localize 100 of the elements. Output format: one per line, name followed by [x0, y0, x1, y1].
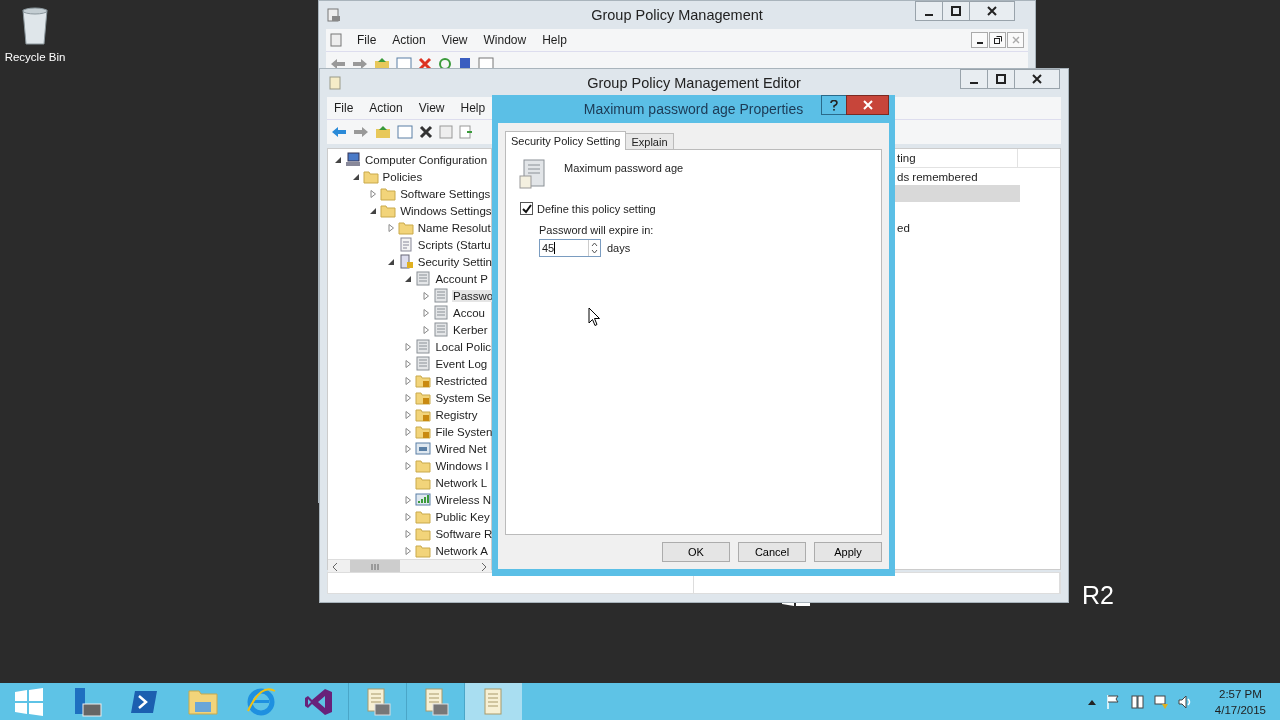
tree-item[interactable]: Windows Settings: [399, 204, 493, 217]
back-arrow-icon[interactable]: [331, 126, 347, 138]
tree-item[interactable]: Registry: [434, 408, 479, 421]
spin-down-icon[interactable]: [589, 248, 600, 256]
tree-item[interactable]: Software R: [434, 527, 494, 540]
delete-icon[interactable]: [419, 125, 433, 139]
minimize-button[interactable]: [960, 69, 988, 89]
menu-item[interactable]: File: [327, 99, 361, 117]
tree-item[interactable]: Software Settings: [399, 187, 492, 200]
clock[interactable]: 2:57 PM 4/17/2015: [1214, 685, 1266, 718]
tree-item[interactable]: Windows I: [434, 459, 490, 472]
collapse-arrow-icon[interactable]: [386, 257, 395, 266]
spin-up-icon[interactable]: [589, 240, 600, 248]
tree-item[interactable]: Security Settin: [416, 255, 493, 268]
speaker-icon[interactable]: [1176, 693, 1193, 710]
menu-item[interactable]: File: [350, 31, 384, 49]
export-icon[interactable]: [459, 125, 473, 139]
window-title: Group Policy Management Editor: [587, 75, 801, 91]
tree-item[interactable]: Network A: [434, 544, 489, 557]
tree-item[interactable]: System Se: [434, 391, 492, 404]
expand-arrow-icon[interactable]: [404, 495, 413, 504]
tree-item[interactable]: Local Polic: [434, 340, 492, 353]
expand-arrow-icon[interactable]: [404, 546, 413, 555]
collapse-arrow-icon[interactable]: [369, 206, 378, 215]
maximize-button[interactable]: [987, 69, 1015, 89]
expand-arrow-icon[interactable]: [422, 308, 430, 317]
scroll-left-icon[interactable]: [330, 561, 340, 572]
tree-item[interactable]: Kerber: [452, 323, 489, 336]
expand-arrow-icon[interactable]: [404, 529, 413, 538]
close-button[interactable]: [846, 95, 889, 115]
tab[interactable]: Security Policy Setting: [505, 131, 627, 150]
clock-date: 4/17/2015: [1214, 702, 1266, 718]
dialog-button[interactable]: OK: [662, 542, 730, 562]
restore-button[interactable]: [989, 32, 1006, 48]
checkbox-label[interactable]: Define this policy setting: [537, 202, 656, 215]
expand-arrow-icon[interactable]: [404, 512, 413, 521]
expand-arrow-icon[interactable]: [422, 325, 430, 334]
expand-arrow-icon[interactable]: [404, 427, 413, 436]
menu-item[interactable]: Help: [535, 31, 574, 49]
refresh-icon[interactable]: [438, 57, 452, 71]
maximize-button[interactable]: [942, 1, 970, 21]
table-row[interactable]: ed: [895, 219, 1020, 236]
tree-item-selected[interactable]: Passwo: [452, 289, 495, 302]
close-button[interactable]: [969, 1, 1015, 21]
expand-arrow-icon[interactable]: [404, 342, 413, 351]
table-row[interactable]: ds remembered: [895, 168, 1020, 185]
icon-label[interactable]: Recycle Bin: [4, 51, 66, 63]
close-button[interactable]: [1014, 69, 1060, 89]
expand-arrow-icon[interactable]: [404, 410, 413, 419]
tree-item[interactable]: Restricted: [434, 374, 489, 387]
network-icon[interactable]: [1152, 693, 1169, 710]
expand-arrow-icon[interactable]: [369, 189, 378, 198]
forward-arrow-icon[interactable]: [352, 58, 368, 70]
tab[interactable]: Explain: [625, 133, 674, 149]
help-button[interactable]: [821, 95, 847, 115]
locked-folder-icon: [415, 373, 432, 388]
tree-item[interactable]: Name Resolut: [416, 221, 492, 234]
menu-item[interactable]: Action: [362, 99, 410, 117]
tree-item[interactable]: Public Key: [434, 510, 491, 523]
minimize-button[interactable]: [915, 1, 943, 21]
number-field[interactable]: 45: [539, 239, 601, 257]
collapse-arrow-icon[interactable]: [404, 274, 413, 283]
collapse-arrow-icon[interactable]: [334, 155, 342, 164]
tree-item[interactable]: Policies: [381, 170, 424, 183]
flag-icon[interactable]: [1104, 693, 1121, 710]
horizontal-scrollbar[interactable]: [328, 559, 491, 573]
expand-arrow-icon[interactable]: [404, 461, 413, 470]
tree-item[interactable]: Accou: [452, 306, 486, 319]
tree-item[interactable]: Network L: [434, 476, 489, 489]
menu-item[interactable]: Window: [476, 31, 534, 49]
expand-arrow-icon[interactable]: [404, 376, 413, 385]
dialog-button[interactable]: Cancel: [738, 542, 806, 562]
expand-arrow-icon[interactable]: [422, 291, 430, 300]
menu-item[interactable]: View: [434, 31, 475, 49]
checkbox[interactable]: [520, 202, 533, 215]
tree-item[interactable]: Scripts (Startu: [416, 238, 492, 251]
forward-arrow-icon[interactable]: [353, 126, 369, 138]
folder-up-icon[interactable]: [375, 125, 391, 139]
expand-arrow-icon[interactable]: [404, 444, 413, 453]
expand-arrow-icon[interactable]: [404, 393, 413, 402]
menu-item[interactable]: Action: [385, 31, 433, 49]
tree-item[interactable]: File Systen: [434, 425, 494, 438]
scroll-right-icon[interactable]: [479, 561, 489, 572]
back-arrow-icon[interactable]: [330, 58, 346, 70]
locked-server-icon: [397, 254, 414, 269]
expand-arrow-icon[interactable]: [386, 223, 395, 232]
collapse-arrow-icon[interactable]: [351, 172, 360, 181]
tree-item[interactable]: Account P: [434, 272, 489, 285]
minimize-button[interactable]: [971, 32, 988, 48]
folder-icon: [415, 475, 432, 490]
pane-icon[interactable]: [397, 125, 413, 139]
menu-item[interactable]: Help: [453, 99, 493, 117]
tree-item[interactable]: Wireless N: [434, 493, 492, 506]
tree-item[interactable]: Wired Net: [434, 442, 488, 455]
dialog-button[interactable]: Apply: [814, 542, 882, 562]
menu-item[interactable]: View: [411, 99, 452, 117]
recycle-bin-icon[interactable]: [20, 6, 50, 46]
tree-item[interactable]: Computer Configuration: [364, 153, 489, 166]
tree-item[interactable]: Event Log: [434, 357, 489, 370]
expand-arrow-icon[interactable]: [404, 359, 413, 368]
